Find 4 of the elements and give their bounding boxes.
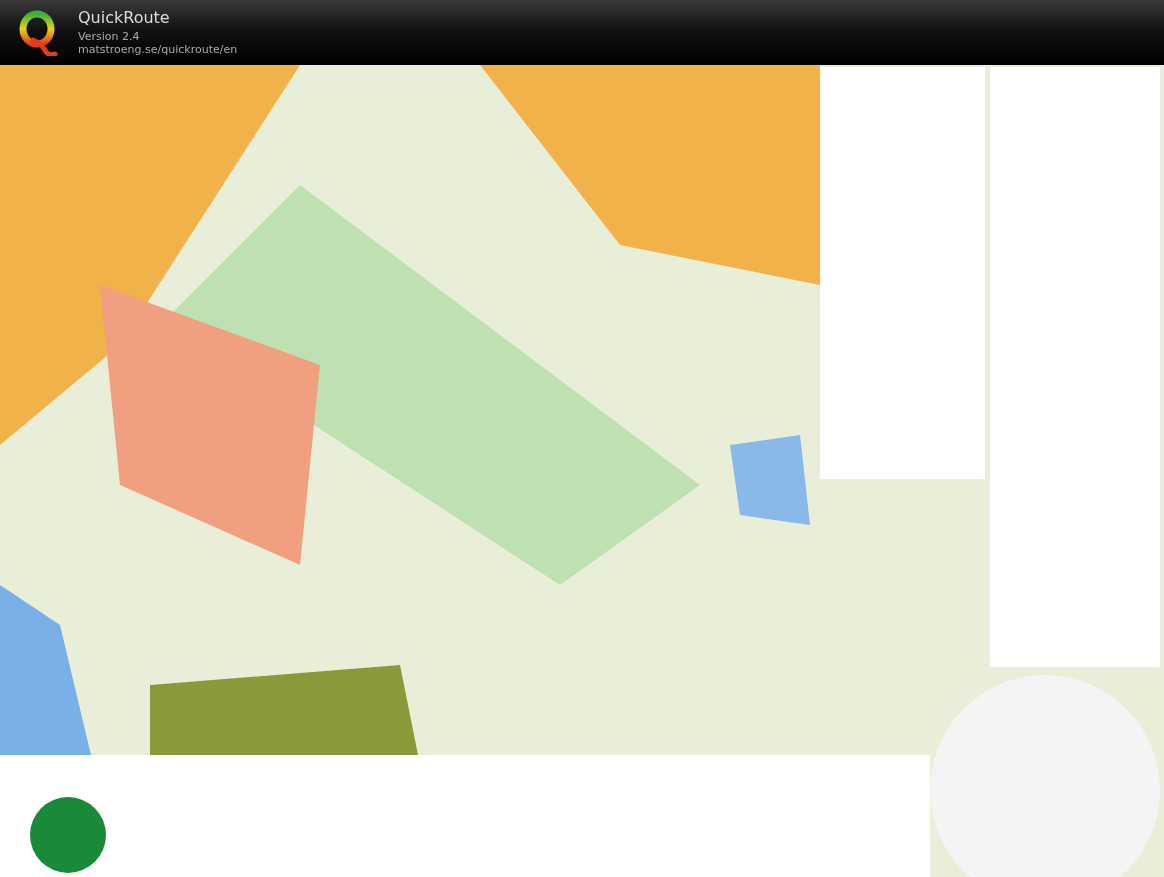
- logo-icon: [18, 9, 58, 56]
- app-title: QuickRoute: [78, 8, 171, 27]
- version-text: Version 2.4: [78, 30, 141, 44]
- website-url: matstroeng.se/quickroute/en: [78, 43, 238, 57]
